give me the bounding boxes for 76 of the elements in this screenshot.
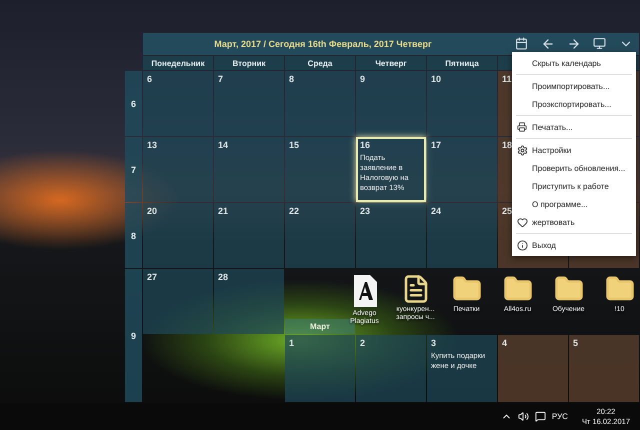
menu-item[interactable]: Настройки xyxy=(512,141,636,159)
day-number: 2 xyxy=(360,338,366,348)
day-number: 25 xyxy=(502,206,514,216)
day-number: 3 xyxy=(431,338,438,348)
day-number: 28 xyxy=(218,272,230,282)
day-number: 15 xyxy=(289,140,300,150)
week-number: 7 xyxy=(125,137,142,202)
menu-item[interactable]: Проверить обновления... xyxy=(512,159,636,177)
day-number: 8 xyxy=(289,74,296,84)
day-number: 18 xyxy=(502,140,514,150)
day-number: 16 xyxy=(360,140,372,150)
day-number: 9 xyxy=(360,74,366,84)
day-number: 21 xyxy=(218,206,230,216)
heart-icon xyxy=(516,216,528,228)
day-cell[interactable]: 13 xyxy=(143,137,213,202)
menu-item[interactable]: Проэкспортировать... xyxy=(512,95,636,113)
day-cell[interactable]: 15 xyxy=(285,137,355,202)
day-number: 13 xyxy=(147,140,158,150)
day-number: 10 xyxy=(431,74,442,84)
menu-item[interactable]: Проимпортировать... xyxy=(512,77,636,95)
day-cell[interactable]: 23 xyxy=(356,203,426,268)
arrow-left-icon[interactable] xyxy=(541,37,555,51)
arrow-right-icon[interactable] xyxy=(567,37,581,51)
day-number: 1 xyxy=(289,338,296,348)
day-number: 14 xyxy=(218,140,230,150)
day-cell[interactable]: 27 xyxy=(143,269,213,334)
day-cell[interactable]: 22 xyxy=(285,203,355,268)
day-cell[interactable]: 24 xyxy=(427,203,497,268)
day-cell[interactable]: 4 xyxy=(498,335,568,402)
week-number: 9 xyxy=(125,269,142,402)
day-cell[interactable]: 14 xyxy=(214,137,284,202)
day-number: 22 xyxy=(289,206,300,216)
day-number: 24 xyxy=(431,206,442,216)
weekday-header: Среда xyxy=(285,56,355,70)
day-cell[interactable]: 2 xyxy=(356,335,426,402)
monitor-icon[interactable] xyxy=(593,37,607,51)
day-cell[interactable]: 7 xyxy=(214,71,284,136)
day-number: 23 xyxy=(360,206,372,216)
menu-item[interactable]: О программе... xyxy=(512,195,636,213)
day-cell[interactable]: 21 xyxy=(214,203,284,268)
weekday-header: Четверг xyxy=(356,56,426,70)
day-number: 4 xyxy=(502,338,508,348)
menu-item[interactable]: Печатать... xyxy=(512,118,636,136)
day-number: 27 xyxy=(147,272,158,282)
info-icon xyxy=(516,240,528,250)
weekday-header: Пятница xyxy=(427,56,497,70)
day-cell[interactable]: 5 xyxy=(569,335,639,402)
printer-icon xyxy=(517,122,527,132)
menu-item[interactable]: Скрыть календарь xyxy=(512,54,636,72)
notification-icon[interactable] xyxy=(534,411,546,422)
day-number: 6 xyxy=(147,74,154,84)
calendar-title: Март, 2017 / Сегодня 16th Февраль, 2017 Четверг xyxy=(213,39,433,49)
day-cell[interactable]: 10 xyxy=(427,71,497,136)
weekday-header: Вторник xyxy=(214,56,284,70)
day-number: 20 xyxy=(147,206,158,216)
menu-item[interactable]: жертвовать xyxy=(512,213,636,231)
settings-icon xyxy=(516,144,528,156)
day-cell[interactable]: 20 xyxy=(143,203,213,268)
day-number: 7 xyxy=(218,74,224,84)
day-cell[interactable]: 9 xyxy=(356,71,426,136)
menu-item[interactable]: Приступить к работе xyxy=(512,177,636,195)
day-cell[interactable]: 8 xyxy=(285,71,355,136)
week-number: 8 xyxy=(125,203,142,268)
week-number: 6 xyxy=(125,71,142,136)
day-cell[interactable]: 17 xyxy=(427,137,497,202)
day-cell[interactable]: 6 xyxy=(143,71,213,136)
day-cell[interactable]: 1 xyxy=(285,335,355,402)
day-number: 17 xyxy=(431,140,442,150)
speaker-icon[interactable] xyxy=(518,411,529,422)
weekday-header: Понедельник xyxy=(143,56,213,70)
day-number: 11 xyxy=(502,74,513,84)
menu-item[interactable]: Выход xyxy=(512,236,636,254)
day-cell[interactable]: 28 xyxy=(214,269,284,334)
calendar-icon[interactable] xyxy=(515,37,529,51)
language-indicator[interactable]: РУС xyxy=(552,412,568,421)
day-number: 5 xyxy=(573,338,580,348)
